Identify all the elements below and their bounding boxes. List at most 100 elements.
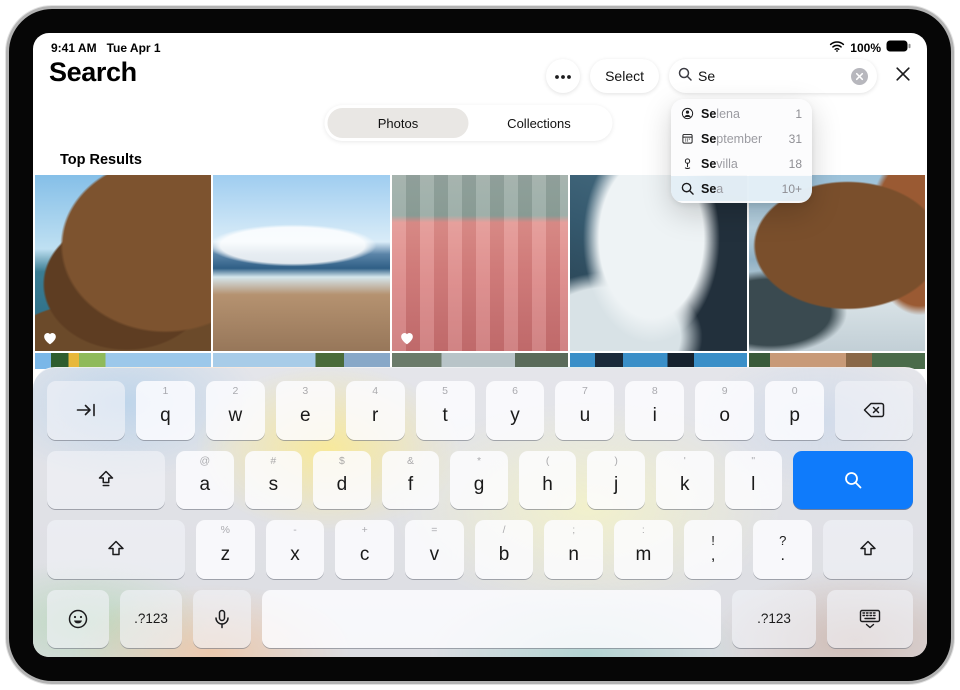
suggestion-count: 18 — [789, 157, 802, 171]
key-z[interactable]: %z — [196, 520, 255, 579]
backspace-icon — [861, 397, 887, 423]
close-icon — [893, 64, 913, 89]
key-v[interactable]: =v — [405, 520, 464, 579]
status-bar-right: 100% — [829, 40, 911, 55]
suggestion-count: 31 — [789, 132, 802, 146]
keyboard-rows: 1q2w3e4r5t6y7u8i9o0p @a#s$d&f*g(h)j'k"l %z… — [47, 381, 913, 648]
key-s[interactable]: #s — [245, 451, 303, 510]
key-search-return[interactable] — [793, 451, 913, 510]
tab-collections[interactable]: Collections — [468, 108, 609, 138]
key-p[interactable]: 0p — [765, 381, 824, 440]
key-backspace[interactable] — [835, 381, 913, 440]
person-icon — [681, 107, 694, 120]
key-dictation[interactable] — [193, 590, 251, 649]
wifi-icon — [829, 40, 845, 55]
photo-sandy-beach-waves[interactable] — [213, 175, 389, 351]
key-j[interactable]: )j — [587, 451, 645, 510]
key-i[interactable]: 8i — [625, 381, 684, 440]
calendar-icon — [681, 132, 694, 145]
key-q[interactable]: 1q — [136, 381, 195, 440]
key-k[interactable]: 'k — [656, 451, 714, 510]
favorite-heart-icon — [43, 332, 57, 345]
key-n[interactable]: ;n — [544, 520, 603, 579]
key-u[interactable]: 7u — [555, 381, 614, 440]
key-d[interactable]: $d — [313, 451, 371, 510]
key-a[interactable]: @a — [176, 451, 234, 510]
key-numbers-right[interactable]: .?123 — [732, 590, 816, 649]
status-date: Tue Apr 1 — [107, 41, 161, 55]
close-button[interactable] — [887, 59, 919, 93]
search-suggestions-dropdown: Selena 1 September 31 Sevilla 18 Sea 10+ — [671, 99, 812, 203]
suggestion-label: Sea — [701, 182, 775, 196]
suggestion-september[interactable]: September 31 — [671, 126, 812, 151]
page-title: Search — [49, 57, 137, 88]
key-c[interactable]: +c — [335, 520, 394, 579]
key-t[interactable]: 5t — [416, 381, 475, 440]
favorite-heart-icon — [400, 332, 414, 345]
key-g[interactable]: *g — [450, 451, 508, 510]
search-icon — [678, 67, 692, 86]
key-h[interactable]: (h — [519, 451, 577, 510]
photo-rocky-cliff-sea[interactable] — [35, 175, 211, 351]
key-y[interactable]: 6y — [486, 381, 545, 440]
key-tab[interactable] — [47, 381, 125, 440]
shift-icon — [856, 537, 880, 561]
status-time: 9:41 AM — [51, 41, 97, 55]
key-dismiss-keyboard[interactable] — [827, 590, 913, 649]
mic-icon — [210, 607, 234, 631]
search-input[interactable]: Se — [669, 59, 877, 93]
key-caps-lock[interactable] — [47, 451, 165, 510]
emoji-icon — [66, 607, 90, 631]
clear-icon[interactable] — [851, 68, 868, 85]
suggestion-count: 10+ — [782, 182, 802, 196]
tab-photos[interactable]: Photos — [327, 108, 468, 138]
keyboard-row: @a#s$d&f*g(h)j'k"l — [47, 451, 913, 510]
ipad-device-frame: 9:41 AM Tue Apr 1 100% Search Select Se — [6, 6, 954, 684]
key-f[interactable]: &f — [382, 451, 440, 510]
photos-collections-segmented-control: Photos Collections — [324, 105, 612, 141]
key-shift-left[interactable] — [47, 520, 185, 579]
keyboard-dismiss-icon — [857, 606, 883, 632]
keyboard-row: %z-x+c=v/b;n:m!,?. — [47, 520, 913, 579]
header-controls: Select Se — [546, 59, 919, 93]
key-b[interactable]: /b — [475, 520, 534, 579]
suggestion-label: Sevilla — [701, 157, 782, 171]
suggestion-count: 1 — [795, 107, 802, 121]
key-exclaim-comma[interactable]: !, — [684, 520, 743, 579]
shift-icon — [104, 537, 128, 561]
key-question-period[interactable]: ?. — [753, 520, 812, 579]
key-shift-right[interactable] — [823, 520, 913, 579]
battery-icon — [886, 40, 911, 55]
photo-pink-architecture-sea[interactable] — [392, 175, 568, 351]
key-o[interactable]: 9o — [695, 381, 754, 440]
key-m[interactable]: :m — [614, 520, 673, 579]
suggestion-label: Selena — [701, 107, 788, 121]
suggestion-sea[interactable]: Sea 10+ — [671, 176, 812, 201]
capslock-icon — [94, 468, 118, 492]
section-title: Top Results — [60, 152, 142, 168]
suggestion-label: September — [701, 132, 782, 146]
onscreen-keyboard: 1q2w3e4r5t6y7u8i9o0p @a#s$d&f*g(h)j'k"l %z… — [33, 367, 927, 657]
key-x[interactable]: -x — [266, 520, 325, 579]
suggestion-sevilla[interactable]: Sevilla 18 — [671, 151, 812, 176]
status-bar-left: 9:41 AM Tue Apr 1 — [51, 41, 161, 55]
keyboard-row: 1q2w3e4r5t6y7u8i9o0p — [47, 381, 913, 440]
key-w[interactable]: 2w — [206, 381, 265, 440]
key-l[interactable]: "l — [725, 451, 783, 510]
screen: 9:41 AM Tue Apr 1 100% Search Select Se — [33, 33, 927, 657]
key-space[interactable] — [262, 590, 721, 649]
key-emoji[interactable] — [47, 590, 109, 649]
suggestion-selena[interactable]: Selena 1 — [671, 101, 812, 126]
select-button[interactable]: Select — [590, 59, 659, 93]
more-button[interactable] — [546, 59, 580, 93]
search-icon — [681, 182, 694, 195]
more-icon — [554, 67, 572, 85]
key-e[interactable]: 3e — [276, 381, 335, 440]
search-key-icon — [842, 469, 864, 491]
keyboard-row: .?123 .?123 — [47, 590, 913, 649]
key-r[interactable]: 4r — [346, 381, 405, 440]
key-numbers-left[interactable]: .?123 — [120, 590, 182, 649]
search-value: Se — [698, 68, 845, 84]
location-icon — [681, 157, 694, 170]
tab-icon — [74, 398, 98, 422]
